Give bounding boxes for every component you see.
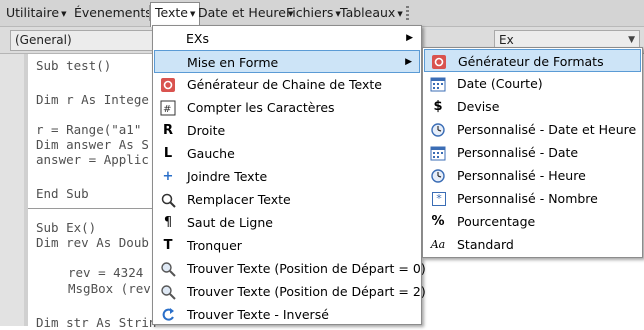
currency-icon: $ [433,99,443,114]
toolbar-grip-icon[interactable] [404,4,412,22]
search-icon [160,284,176,300]
letter-t-icon: T [163,238,173,253]
menu-item-exs[interactable]: EXs ▶ [154,27,420,50]
submenu-item-perso-date[interactable]: Personnalisé - Date [424,141,641,164]
format-submenu: Générateur de Formats Date (Courte) $ De… [422,47,643,258]
code-line: Dim str As Strin [36,315,157,330]
menu-bar: Utilitaire▼ Évenements▼ Texte▼ Date et H… [0,0,644,27]
menu-item-droite[interactable]: R Droite [154,119,420,142]
editor-margin [24,54,28,326]
generator-icon [431,54,447,70]
submenu-item-generateur-formats[interactable]: Générateur de Formats [424,49,641,72]
code-line: Dim answer As S [36,137,149,152]
percent-icon: % [431,214,445,229]
font-aa-icon: Aa [430,238,446,251]
submenu-item-standard[interactable]: Aa Standard [424,233,641,256]
object-combo[interactable]: (General) [10,30,154,51]
generator-icon [160,77,176,93]
submenu-arrow-icon: ▶ [405,57,412,67]
texte-menu: EXs ▶ Mise en Forme ▶ Générateur de Chai… [152,25,426,326]
code-line: Sub Ex() [36,220,97,235]
submenu-item-perso-heure[interactable]: Personnalisé - Heure [424,164,641,187]
code-line: End Sub [36,186,89,201]
letter-l-icon: L [163,146,173,161]
search-icon [160,261,176,277]
submenu-item-pourcentage[interactable]: % Pourcentage [424,210,641,233]
code-line: r = Range("a1" [36,122,142,137]
svg-text:#: # [163,104,171,115]
menu-item-mise-en-forme[interactable]: Mise en Forme ▶ [154,50,420,73]
menu-item-compter[interactable]: # Compter les Caractères [154,96,420,119]
code-line: answer = Applic [36,152,149,167]
submenu-arrow-icon: ▶ [406,33,413,43]
code-line: rev = 4324 [68,265,144,280]
menu-item-gauche[interactable]: L Gauche [154,142,420,165]
submenu-item-perso-nombre[interactable]: * Personnalisé - Nombre [424,187,641,210]
number-icon: * [432,192,446,206]
clock-icon [430,122,446,138]
submenu-item-perso-date-heure[interactable]: Personnalisé - Date et Heure [424,118,641,141]
menu-item-trouver-2[interactable]: Trouver Texte (Position de Départ = 2) [154,280,426,303]
menu-item-trouver-inverse[interactable]: Trouver Texte - Inversé [154,303,420,326]
reverse-icon [160,307,176,323]
menu-item-remplacer[interactable]: Remplacer Texte [154,188,420,211]
plus-icon: + [162,169,174,184]
code-line: MsgBox (rev [68,281,151,296]
clock-icon [430,168,446,184]
submenu-item-devise[interactable]: $ Devise [424,95,641,118]
count-icon: # [160,100,176,116]
calendar-icon [430,145,446,161]
letter-r-icon: R [162,123,173,138]
submenu-item-date-courte[interactable]: Date (Courte) [424,72,641,95]
menu-item-saut-de-ligne[interactable]: ¶ Saut de Ligne [154,211,420,234]
replace-icon [160,192,176,208]
menu-utilitaire[interactable]: Utilitaire ▼ [2,3,70,23]
menu-item-tronquer[interactable]: T Tronquer [154,234,420,257]
code-line: Sub test() [36,58,112,73]
menu-item-joindre[interactable]: + Joindre Texte [154,165,420,188]
menu-texte[interactable]: Texte ▼ [150,2,201,27]
menu-item-generateur-chaine[interactable]: Générateur de Chaine de Texte [154,73,420,96]
pilcrow-icon: ¶ [163,215,173,230]
editor-gutter [0,54,25,326]
menu-item-trouver-0[interactable]: Trouver Texte (Position de Départ = 0) [154,257,426,280]
calendar-icon [430,76,446,92]
code-line: Dim rev As Doub [36,235,149,250]
menu-tableaux[interactable]: Tableaux ▼ [336,3,407,23]
code-line: Dim r As Intege [36,92,149,107]
